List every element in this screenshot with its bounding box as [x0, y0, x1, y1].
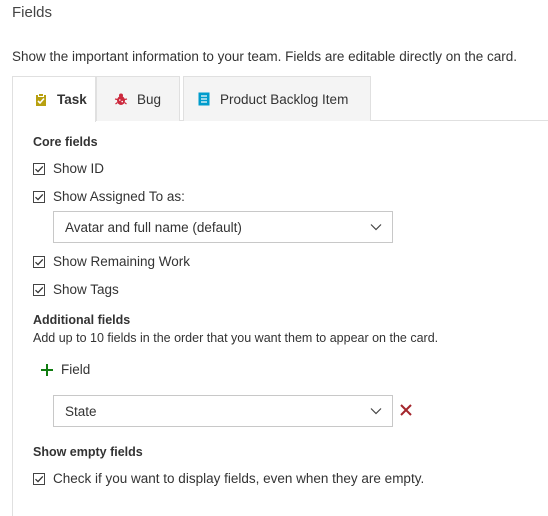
show-id-checkbox[interactable]: Show ID — [33, 161, 104, 176]
show-id-label: Show ID — [53, 161, 105, 176]
tab-task-label: Task — [57, 92, 87, 107]
show-remaining-work-label: Show Remaining Work — [53, 254, 191, 269]
tab-bug-label: Bug — [137, 91, 162, 107]
page-description: Show the important information to your t… — [12, 49, 518, 64]
additional-field-value: State — [65, 403, 97, 419]
checkbox-checked-icon — [33, 283, 45, 296]
add-field-button[interactable]: Field — [40, 362, 90, 377]
show-empty-fields-label: Check if you want to display fields, eve… — [53, 471, 425, 486]
show-assigned-checkbox[interactable]: Show Assigned To as: — [33, 189, 185, 204]
empty-fields-title: Show empty fields — [33, 445, 143, 459]
core-fields-title: Core fields — [33, 135, 98, 149]
tab-task[interactable]: Task — [12, 76, 96, 122]
backlog-item-icon — [197, 92, 211, 106]
show-tags-label: Show Tags — [53, 282, 119, 297]
checkbox-checked-icon — [33, 162, 45, 175]
checkbox-checked-icon — [33, 190, 45, 203]
additional-fields-hint: Add up to 10 fields in the order that yo… — [33, 331, 439, 345]
add-field-label: Field — [61, 362, 91, 377]
assigned-display-select[interactable]: Avatar and full name (default) — [53, 211, 393, 243]
close-icon — [399, 404, 413, 421]
additional-fields-title: Additional fields — [33, 313, 131, 327]
assigned-display-value: Avatar and full name (default) — [65, 219, 242, 235]
plus-icon — [40, 363, 54, 377]
checkbox-checked-icon — [33, 472, 45, 485]
show-remaining-work-checkbox[interactable]: Show Remaining Work — [33, 254, 190, 269]
additional-field-select[interactable]: State — [53, 395, 393, 427]
page-title: Fields — [12, 4, 53, 21]
show-tags-checkbox[interactable]: Show Tags — [33, 282, 119, 297]
tab-bug[interactable]: Bug — [96, 76, 180, 121]
remove-field-button[interactable] — [399, 403, 413, 422]
chevron-down-icon — [370, 405, 382, 420]
tab-product-backlog-item[interactable]: Product Backlog Item — [183, 76, 371, 121]
panel-border — [12, 121, 13, 516]
show-empty-fields-checkbox[interactable]: Check if you want to display fields, eve… — [33, 471, 424, 486]
checkbox-checked-icon — [33, 255, 45, 268]
task-icon — [34, 92, 48, 107]
show-assigned-label: Show Assigned To as: — [53, 189, 185, 204]
tab-product-backlog-item-label: Product Backlog Item — [220, 91, 349, 107]
chevron-down-icon — [370, 221, 382, 236]
bug-icon — [114, 92, 128, 106]
